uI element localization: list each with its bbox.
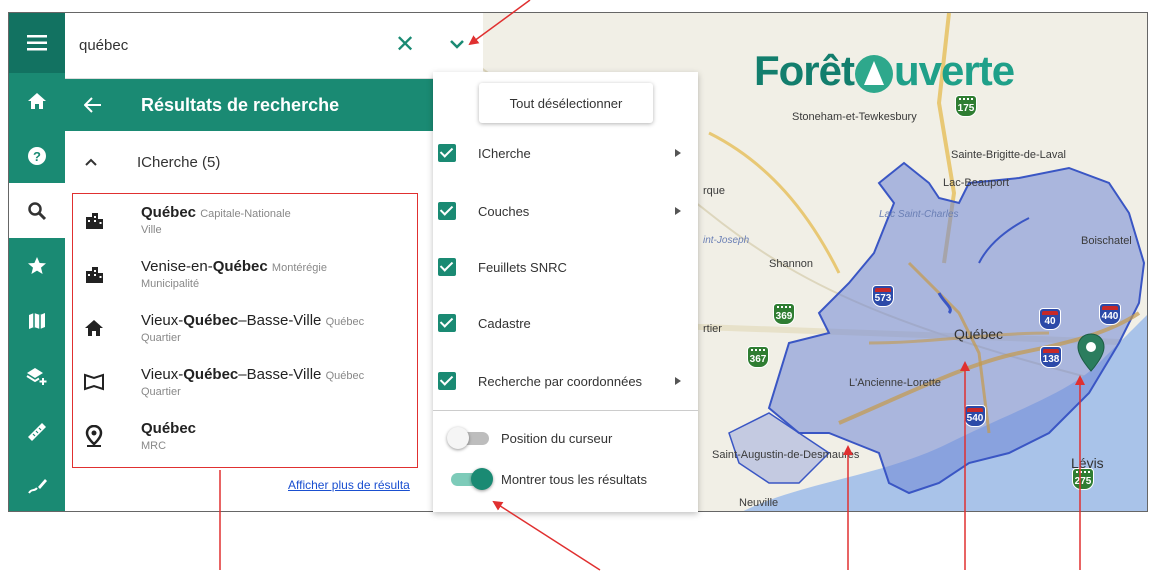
brand-logo: Forêt uverte bbox=[754, 43, 1015, 99]
search-icon bbox=[28, 201, 47, 220]
show-all-results-toggle[interactable] bbox=[447, 467, 493, 491]
brand-text-foret: Forêt bbox=[754, 47, 855, 94]
filter-option-cadastre[interactable]: Cadastre bbox=[433, 295, 698, 351]
results-group-header[interactable]: ICherche (5) bbox=[65, 131, 433, 193]
show-more-results-link[interactable]: Afficher plus de résulta bbox=[288, 478, 410, 492]
divider bbox=[433, 410, 698, 411]
water-label: int-Joseph bbox=[703, 235, 750, 246]
screenshot-stage: Forêt uverte Stoneham-et-Tewkesbury Sain… bbox=[0, 0, 1156, 573]
filter-option-coordonnees[interactable]: Recherche par coordonnées bbox=[433, 353, 698, 409]
checkbox-checked-icon[interactable] bbox=[438, 202, 456, 220]
place-label: rtier bbox=[703, 323, 722, 335]
filter-option-label: ICherche bbox=[478, 145, 531, 161]
place-label: Shannon bbox=[769, 258, 814, 270]
home-icon bbox=[28, 92, 46, 109]
filter-option-feuillets[interactable]: Feuillets SNRC bbox=[433, 239, 698, 295]
svg-text:?: ? bbox=[33, 149, 41, 164]
checkbox-checked-icon[interactable] bbox=[438, 258, 456, 276]
place-label: Neuville bbox=[739, 497, 779, 509]
measure-button[interactable] bbox=[9, 403, 65, 458]
highway-shield: 369 bbox=[773, 303, 795, 325]
search-input[interactable] bbox=[79, 37, 369, 54]
results-title: Résultats de recherche bbox=[141, 94, 340, 115]
search-button[interactable] bbox=[9, 183, 65, 238]
place-label: L'Ancienne-Lorette bbox=[849, 377, 941, 389]
help-button[interactable]: ? bbox=[9, 128, 65, 183]
draw-icon bbox=[28, 478, 47, 494]
clear-search-button[interactable]: ✕ bbox=[395, 33, 415, 57]
cursor-position-toggle-row[interactable]: Position du curseur bbox=[433, 418, 698, 458]
arrow-left-icon bbox=[84, 97, 101, 113]
highway-shield: 175 bbox=[955, 95, 977, 117]
brand-text-ouverte: uverte bbox=[894, 47, 1015, 94]
submenu-arrow-icon bbox=[675, 149, 681, 157]
place-label: Québec bbox=[954, 326, 1004, 342]
home-button[interactable] bbox=[9, 73, 65, 128]
checkbox-checked-icon[interactable] bbox=[438, 372, 456, 390]
submenu-arrow-icon bbox=[675, 377, 681, 385]
back-button[interactable] bbox=[65, 97, 121, 113]
filter-option-icherche[interactable]: ICherche bbox=[433, 125, 698, 181]
menu-button[interactable] bbox=[9, 13, 65, 73]
ruler-icon bbox=[28, 422, 46, 441]
checkbox-checked-icon[interactable] bbox=[438, 144, 456, 162]
menu-icon bbox=[27, 35, 47, 51]
help-icon: ? bbox=[28, 146, 46, 165]
show-all-results-toggle-row[interactable]: Montrer tous les résultats bbox=[433, 459, 698, 499]
place-label: Stoneham-et-Tewkesbury bbox=[792, 111, 917, 123]
highway-shield: 138 bbox=[1040, 346, 1062, 368]
filter-option-label: Feuillets SNRC bbox=[478, 259, 567, 275]
submenu-arrow-icon bbox=[675, 207, 681, 215]
place-label: rque bbox=[703, 185, 726, 197]
highway-shield: 275 bbox=[1072, 468, 1094, 490]
water-label: Lac Saint-Charles bbox=[879, 209, 959, 220]
favorites-button[interactable] bbox=[9, 238, 65, 293]
layers-button[interactable] bbox=[9, 348, 65, 403]
map-location-marker-icon[interactable] bbox=[1076, 333, 1106, 373]
star-icon bbox=[28, 256, 46, 274]
toggle-label: Position du curseur bbox=[501, 430, 613, 446]
highway-shield: 540 bbox=[964, 405, 986, 427]
left-navigation-rail: ? bbox=[9, 13, 65, 511]
highway-shield: 40 bbox=[1039, 308, 1061, 330]
results-group-label: ICherche (5) bbox=[137, 153, 221, 171]
place-label: Saint-Augustin-de-Desmaures bbox=[712, 449, 860, 461]
cursor-position-toggle[interactable] bbox=[447, 426, 493, 450]
search-filter-dropdown: Tout désélectionner ICherche Couches Feu… bbox=[433, 72, 698, 512]
filter-option-couches[interactable]: Couches bbox=[433, 183, 698, 239]
filter-option-label: Recherche par coordonnées bbox=[478, 373, 643, 389]
highway-shield: 573 bbox=[872, 285, 894, 307]
place-label: Lac-Beauport bbox=[943, 177, 1010, 189]
map-icon bbox=[29, 312, 45, 329]
search-bar: ✕ bbox=[65, 13, 483, 79]
checkbox-checked-icon[interactable] bbox=[438, 314, 456, 332]
toggle-label: Montrer tous les résultats bbox=[501, 471, 647, 487]
layers-add-icon bbox=[26, 367, 47, 385]
chevron-up-icon bbox=[85, 158, 97, 166]
highway-shield: 440 bbox=[1099, 303, 1121, 325]
search-options-dropdown-button[interactable] bbox=[449, 37, 465, 55]
filter-option-label: Couches bbox=[478, 203, 530, 219]
highway-shield: 367 bbox=[747, 346, 769, 368]
results-header: Résultats de recherche bbox=[65, 79, 433, 131]
deselect-all-button[interactable]: Tout désélectionner bbox=[479, 83, 653, 123]
place-label: Boischatel bbox=[1081, 235, 1132, 247]
filter-option-label: Cadastre bbox=[478, 315, 531, 331]
chevron-down-icon bbox=[450, 40, 464, 49]
draw-button[interactable] bbox=[9, 458, 65, 513]
annotation-highlight-box bbox=[72, 193, 418, 468]
map-button[interactable] bbox=[9, 293, 65, 348]
tree-logo-icon bbox=[855, 55, 893, 93]
place-label: Sainte-Brigitte-de-Laval bbox=[951, 149, 1066, 161]
